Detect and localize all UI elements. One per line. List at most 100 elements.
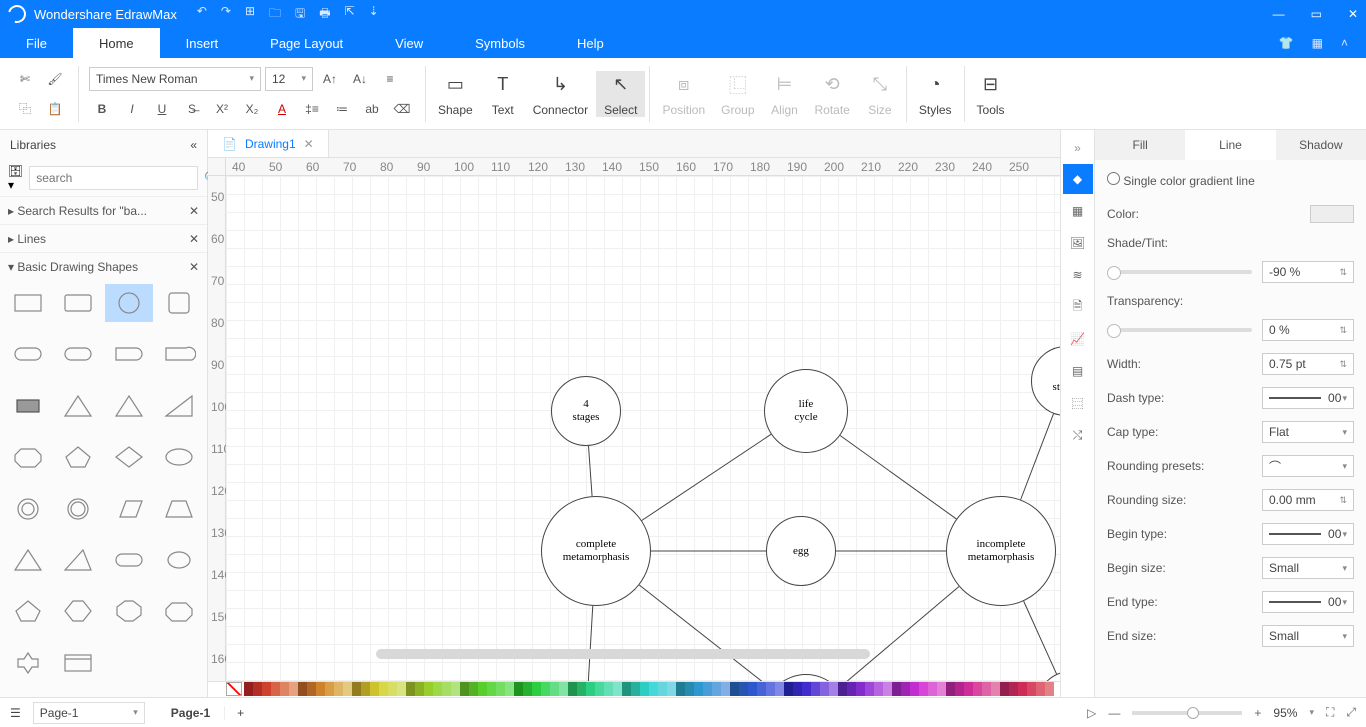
color-swatch[interactable] <box>487 682 496 696</box>
open-icon[interactable]: 🗀 <box>269 4 281 25</box>
document-tab[interactable]: 📄 Drawing1 ✕ <box>208 130 329 157</box>
color-swatch[interactable] <box>1009 682 1018 696</box>
shape-item[interactable] <box>4 592 52 630</box>
color-swatch[interactable] <box>811 682 820 696</box>
format-painter-icon[interactable]: 🖌 <box>42 67 68 91</box>
shape-item[interactable] <box>105 541 153 579</box>
shape-item[interactable] <box>155 438 203 476</box>
layers-panel-icon[interactable]: ≋ <box>1063 260 1093 290</box>
color-swatch[interactable] <box>478 682 487 696</box>
color-swatch[interactable] <box>577 682 586 696</box>
color-swatch[interactable] <box>847 682 856 696</box>
save-icon[interactable]: 🖫 <box>295 4 305 25</box>
zoom-in-button[interactable]: + <box>1254 706 1261 720</box>
color-swatch[interactable] <box>289 682 298 696</box>
menu-file[interactable]: File <box>0 28 73 58</box>
color-swatch[interactable] <box>496 682 505 696</box>
color-swatch[interactable] <box>820 682 829 696</box>
shape-item[interactable] <box>105 438 153 476</box>
color-swatch[interactable] <box>280 682 289 696</box>
color-swatch[interactable] <box>406 682 415 696</box>
color-swatch[interactable] <box>865 682 874 696</box>
shape-item[interactable] <box>105 335 153 373</box>
rotate-tool[interactable]: ⟲Rotate <box>807 71 858 117</box>
color-swatch[interactable] <box>919 682 928 696</box>
shape-item[interactable] <box>54 541 102 579</box>
chart-panel-icon[interactable]: 📈 <box>1063 324 1093 354</box>
subscript-icon[interactable]: X₂ <box>239 97 265 121</box>
align-tool[interactable]: ⊨Align <box>763 71 807 117</box>
color-swatch[interactable] <box>433 682 442 696</box>
font-color-icon[interactable]: A <box>269 97 295 121</box>
shape-item[interactable] <box>4 490 52 528</box>
styles-tool[interactable]: ◔Styles <box>911 71 960 117</box>
color-swatch[interactable] <box>298 682 307 696</box>
color-swatch[interactable] <box>829 682 838 696</box>
shade-slider[interactable] <box>1107 270 1252 274</box>
add-page-button[interactable]: + <box>237 706 244 720</box>
italic-icon[interactable]: I <box>119 97 145 121</box>
library-menu-icon[interactable]: 🗄▾ <box>8 164 23 192</box>
color-swatch[interactable] <box>901 682 910 696</box>
category-search-results[interactable]: ▸ Search Results for "ba...✕ <box>0 196 207 224</box>
color-swatch[interactable] <box>712 682 721 696</box>
color-swatch[interactable] <box>937 682 946 696</box>
shape-item[interactable] <box>4 284 52 322</box>
tshirt-icon[interactable]: 👕 <box>1279 36 1294 50</box>
color-swatch[interactable] <box>874 682 883 696</box>
dash-select[interactable]: 00 ▾ <box>1262 387 1354 409</box>
color-swatch[interactable] <box>271 682 280 696</box>
color-swatch[interactable] <box>352 682 361 696</box>
color-swatch[interactable] <box>703 682 712 696</box>
text-case-icon[interactable]: ab <box>359 97 385 121</box>
shape-item[interactable] <box>4 541 52 579</box>
color-swatch[interactable] <box>721 682 730 696</box>
color-swatch[interactable] <box>1018 682 1027 696</box>
export-icon[interactable]: ⇱ <box>345 4 355 25</box>
shape-item[interactable] <box>155 335 203 373</box>
shape-item[interactable] <box>155 490 203 528</box>
line-spacing-icon[interactable]: ‡≡ <box>299 97 325 121</box>
color-swatch[interactable] <box>505 682 514 696</box>
color-swatch[interactable] <box>307 682 316 696</box>
color-swatch[interactable] <box>955 682 964 696</box>
color-swatch[interactable] <box>973 682 982 696</box>
bullets-icon[interactable]: ≔ <box>329 97 355 121</box>
superscript-icon[interactable]: X² <box>209 97 235 121</box>
color-swatch[interactable] <box>784 682 793 696</box>
color-swatch[interactable] <box>793 682 802 696</box>
end-size-select[interactable]: Small▾ <box>1262 625 1354 647</box>
color-swatch[interactable] <box>1036 682 1045 696</box>
color-swatch[interactable] <box>946 682 955 696</box>
group-tool[interactable]: ⿺Group <box>713 71 762 117</box>
color-swatch[interactable] <box>739 682 748 696</box>
color-swatch[interactable] <box>982 682 991 696</box>
shape-tool[interactable]: ▭Shape <box>430 71 481 117</box>
color-swatch[interactable] <box>316 682 325 696</box>
color-swatch[interactable] <box>325 682 334 696</box>
color-swatch[interactable] <box>1045 682 1054 696</box>
diagram-node[interactable]: egg <box>766 516 836 586</box>
grid-icon[interactable]: ▦ <box>1312 36 1323 50</box>
shape-item[interactable] <box>155 592 203 630</box>
color-swatch[interactable] <box>334 682 343 696</box>
category-lines[interactable]: ▸ Lines✕ <box>0 224 207 252</box>
color-swatch[interactable] <box>676 682 685 696</box>
paste-icon[interactable]: 📋 <box>42 97 68 121</box>
decrease-font-icon[interactable]: A↓ <box>347 67 373 91</box>
page-tab[interactable]: Page-1 <box>157 706 225 720</box>
menu-view[interactable]: View <box>369 28 449 58</box>
color-swatch[interactable] <box>991 682 1000 696</box>
tab-line[interactable]: Line <box>1185 130 1275 160</box>
maximize-button[interactable]: ▭ <box>1311 7 1322 21</box>
color-swatch[interactable] <box>424 682 433 696</box>
gradient-radio[interactable]: Single color gradient line <box>1107 172 1255 188</box>
begin-size-select[interactable]: Small▾ <box>1262 557 1354 579</box>
color-swatch[interactable] <box>460 682 469 696</box>
font-family-select[interactable]: Times New Roman▾ <box>89 67 261 91</box>
rounding-preset-select[interactable]: ⌒▾ <box>1262 455 1354 477</box>
bold-icon[interactable]: B <box>89 97 115 121</box>
redo-icon[interactable]: ↷ <box>221 4 231 25</box>
color-swatch[interactable] <box>640 682 649 696</box>
color-swatch[interactable] <box>694 682 703 696</box>
